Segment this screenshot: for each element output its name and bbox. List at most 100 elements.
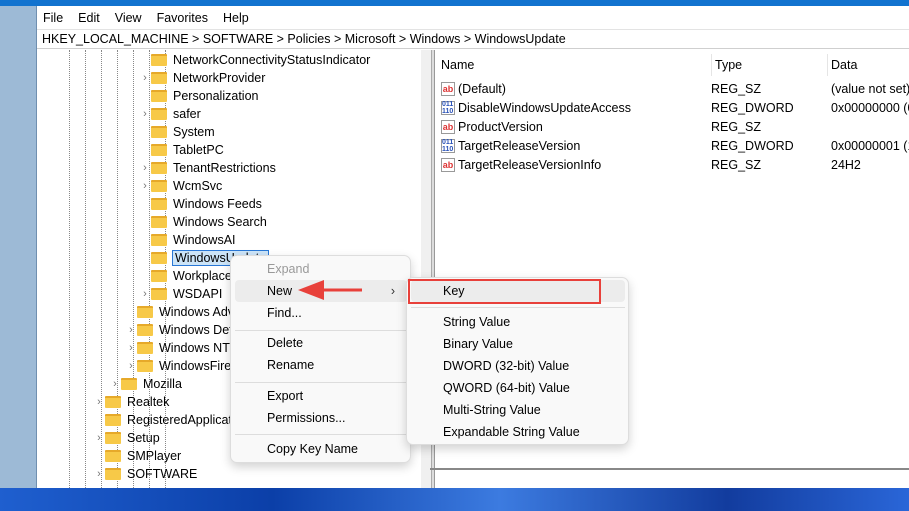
folder-icon xyxy=(151,126,167,138)
folder-icon xyxy=(151,108,167,120)
tree-item[interactable]: › Setup xyxy=(93,429,160,447)
value-row[interactable]: ab TargetReleaseVersionInfo REG_SZ 24H2 xyxy=(441,155,909,174)
submenu-item-binary-value[interactable]: Binary Value xyxy=(411,333,625,355)
submenu-item-expandable-string-value[interactable]: Expandable String Value xyxy=(411,421,625,443)
tree-item-label: SMPlayer xyxy=(127,449,182,463)
tree-item[interactable]: SMPlayer xyxy=(93,447,181,465)
tree-item[interactable]: Personalization xyxy=(139,87,258,105)
chevron-right-icon[interactable]: › xyxy=(125,342,137,354)
tree-item[interactable]: Windows Search xyxy=(139,213,267,231)
chevron-right-icon[interactable]: › xyxy=(139,72,151,84)
value-type: REG_DWORD xyxy=(711,138,794,153)
value-row[interactable]: ab ProductVersion REG_SZ xyxy=(441,117,909,136)
chevron-right-icon[interactable]: › xyxy=(93,396,105,408)
menu-file[interactable]: File xyxy=(43,11,63,25)
tree-item[interactable]: System xyxy=(139,123,215,141)
folder-icon xyxy=(137,306,153,318)
menu-separator xyxy=(235,382,407,383)
menu-item-copy-key-name[interactable]: Copy Key Name xyxy=(235,438,407,460)
menu-separator xyxy=(235,434,407,435)
tree-item[interactable]: › WSDAPI xyxy=(139,285,222,303)
annotation-highlight-box xyxy=(408,279,601,304)
folder-icon xyxy=(137,360,153,372)
value-row[interactable]: 011 110 TargetReleaseVersion REG_DWORD 0x00… xyxy=(441,136,909,155)
menu-item-delete[interactable]: Delete xyxy=(235,332,407,354)
tree-guide-line xyxy=(85,50,86,488)
submenu-item-qword-value[interactable]: QWORD (64-bit) Value xyxy=(411,377,625,399)
tree-item[interactable]: TabletPC xyxy=(139,141,224,159)
chevron-right-icon[interactable]: › xyxy=(93,468,105,480)
value-name: DisableWindowsUpdateAccess xyxy=(458,100,631,115)
column-header-name[interactable]: Name xyxy=(441,54,474,76)
tree-item[interactable]: › TenantRestrictions xyxy=(139,159,276,177)
folder-icon xyxy=(151,72,167,84)
folder-icon xyxy=(105,468,121,480)
tree-item-label: WSDAPI xyxy=(173,287,223,301)
menu-separator xyxy=(411,307,625,308)
folder-icon xyxy=(137,342,153,354)
tree-item[interactable]: › Realtek xyxy=(93,393,169,411)
chevron-right-icon[interactable]: › xyxy=(125,324,137,336)
value-type: REG_DWORD xyxy=(711,100,794,115)
tree-item-label: WcmSvc xyxy=(173,179,223,193)
tree-item[interactable]: › WcmSvc xyxy=(139,177,222,195)
tree-item[interactable]: › Windows NT xyxy=(125,339,230,357)
value-data: 0x00000000 (0) xyxy=(831,100,909,115)
chevron-right-icon[interactable]: › xyxy=(93,432,105,444)
menu-item-find[interactable]: Find... xyxy=(235,302,407,324)
folder-icon xyxy=(121,378,137,390)
menu-item-rename[interactable]: Rename xyxy=(235,354,407,376)
tree-item-label: SOFTWARE xyxy=(127,467,198,481)
binary-value-icon: 011 110 xyxy=(441,138,455,153)
value-name: TargetReleaseVersion xyxy=(458,138,581,153)
chevron-right-icon[interactable]: › xyxy=(139,108,151,120)
folder-icon xyxy=(151,216,167,228)
menu-edit[interactable]: Edit xyxy=(78,11,100,25)
chevron-right-icon[interactable]: › xyxy=(139,162,151,174)
submenu-item-string-value[interactable]: String Value xyxy=(411,311,625,333)
folder-icon xyxy=(105,396,121,408)
value-data: (value not set) xyxy=(831,81,909,96)
tree-item[interactable]: NetworkConnectivityStatusIndicator xyxy=(139,51,370,69)
chevron-right-icon[interactable]: › xyxy=(139,288,151,300)
tree-item-label: Windows Feeds xyxy=(173,197,262,211)
column-header-data[interactable]: Data xyxy=(827,54,857,76)
string-value-icon: ab xyxy=(441,119,455,134)
tree-item-label: safer xyxy=(173,107,201,121)
address-bar[interactable]: HKEY_LOCAL_MACHINE > SOFTWARE > Policies… xyxy=(37,29,909,49)
folder-icon xyxy=(151,90,167,102)
tree-item-label: NetworkConnectivityStatusIndicator xyxy=(173,53,371,67)
submenu-item-multi-string-value[interactable]: Multi-String Value xyxy=(411,399,625,421)
menu-item-expand[interactable]: Expand xyxy=(235,258,407,280)
tree-item[interactable]: › NetworkProvider xyxy=(139,69,265,87)
value-row[interactable]: ab (Default) REG_SZ (value not set) xyxy=(441,79,909,98)
tree-item[interactable]: › Mozilla xyxy=(109,375,182,393)
tree-item[interactable]: Windows Feeds xyxy=(139,195,262,213)
tree-item-label: System xyxy=(173,125,215,139)
folder-icon xyxy=(151,252,167,264)
menu-item-export[interactable]: Export xyxy=(235,385,407,407)
tree-item[interactable]: WindowsAI xyxy=(139,231,236,249)
submenu-item-dword-value[interactable]: DWORD (32-bit) Value xyxy=(411,355,625,377)
chevron-right-icon[interactable]: › xyxy=(125,360,137,372)
chevron-right-icon: › xyxy=(390,284,395,298)
menu-view[interactable]: View xyxy=(115,11,142,25)
menu-item-permissions[interactable]: Permissions... xyxy=(235,407,407,429)
tree-item-label: Windows NT xyxy=(159,341,230,355)
tree-guide-line xyxy=(69,50,70,488)
value-row[interactable]: 011 110 DisableWindowsUpdateAccess REG_DWO… xyxy=(441,98,909,117)
values-horizontal-scrollbar[interactable] xyxy=(430,468,909,470)
chevron-right-icon[interactable]: › xyxy=(139,180,151,192)
tree-item-label: Realtek xyxy=(127,395,170,409)
folder-icon xyxy=(105,450,121,462)
value-name: (Default) xyxy=(458,81,506,96)
tree-item[interactable]: › SOFTWARE xyxy=(93,465,197,483)
column-header-type[interactable]: Type xyxy=(711,54,742,76)
value-type: REG_SZ xyxy=(711,119,762,134)
folder-icon xyxy=(151,180,167,192)
chevron-right-icon[interactable]: › xyxy=(109,378,121,390)
tree-item[interactable]: › safer xyxy=(139,105,201,123)
tree-item-label: Personalization xyxy=(173,89,259,103)
menu-favorites[interactable]: Favorites xyxy=(157,11,208,25)
menu-help[interactable]: Help xyxy=(223,11,249,25)
